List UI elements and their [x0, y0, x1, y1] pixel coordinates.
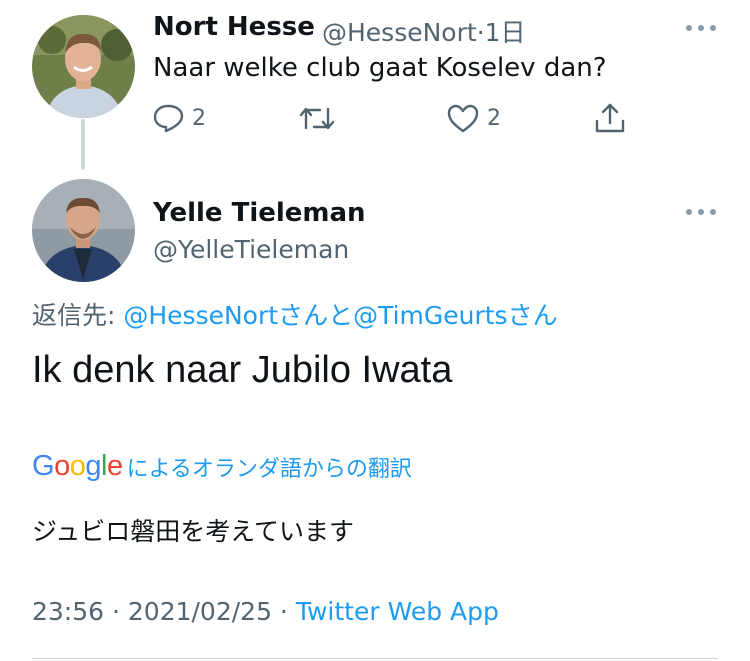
- reply-prefix: 返信先:: [32, 301, 124, 330]
- reply-connector: さんと: [278, 301, 354, 330]
- avatar-yelle-tieleman[interactable]: [32, 179, 135, 282]
- translation-label[interactable]: によるオランダ語からの翻訳: [127, 451, 412, 483]
- meta-dot: ·: [104, 597, 128, 626]
- google-letter-g2: g: [85, 450, 101, 482]
- tweet-date[interactable]: 2021/02/25: [128, 597, 272, 626]
- divider: [32, 658, 718, 659]
- thread-connector-line: [81, 119, 85, 170]
- reply-suffix: さん: [507, 301, 558, 330]
- share-icon: [595, 103, 625, 133]
- avatar-nort-hesse[interactable]: [32, 15, 135, 118]
- parent-separator: ·: [476, 18, 485, 47]
- more-icon[interactable]: [686, 23, 716, 33]
- parent-time[interactable]: 1日: [485, 18, 526, 47]
- retweet-button[interactable]: [299, 104, 335, 133]
- translation-attribution[interactable]: Google によるオランダ語からの翻訳: [32, 450, 412, 483]
- google-logo: Google: [32, 450, 123, 483]
- retweet-icon: [299, 107, 335, 130]
- tweet-text: Ik denk naar Jubilo Iwata: [32, 349, 453, 391]
- meta-dot-2: ·: [271, 597, 296, 626]
- author-name[interactable]: Yelle Tieleman: [153, 198, 366, 228]
- reply-to-line: 返信先: @HesseNortさんと@TimGeurtsさん: [32, 296, 558, 332]
- author-handle[interactable]: @YelleTieleman: [153, 235, 349, 264]
- tweet-time[interactable]: 23:56: [32, 597, 104, 626]
- google-letter-g1: G: [32, 450, 55, 482]
- translated-text: ジュビロ磐田を考えています: [32, 517, 355, 546]
- tweet-source-app[interactable]: Twitter Web App: [296, 597, 499, 626]
- more-icon[interactable]: [686, 207, 716, 217]
- parent-author-handle[interactable]: @HesseNort·1日: [322, 13, 526, 49]
- reply-icon: [153, 104, 184, 133]
- reply-mention-timgeurts[interactable]: @TimGeurts: [353, 301, 508, 330]
- parent-tweet-text: Naar welke club gaat Koselev dan?: [153, 53, 607, 83]
- google-letter-o2: o: [69, 450, 86, 482]
- like-icon: [447, 104, 479, 133]
- parent-author-name[interactable]: Nort Hesse: [153, 12, 315, 42]
- like-count: 2: [487, 106, 501, 131]
- avatar-photo: [32, 15, 135, 118]
- reply-button[interactable]: 2: [153, 104, 206, 133]
- google-letter-o1: o: [54, 450, 70, 482]
- reply-mention-hessenort[interactable]: @HesseNort: [123, 301, 278, 330]
- like-button[interactable]: 2: [447, 104, 501, 133]
- google-letter-e: e: [106, 450, 123, 482]
- share-button[interactable]: [594, 102, 626, 134]
- reply-count: 2: [192, 106, 206, 131]
- tweet-meta: 23:56 · 2021/02/25 · Twitter Web App: [32, 597, 499, 626]
- parent-handle-text[interactable]: @HesseNort: [322, 18, 477, 47]
- avatar-photo: [32, 179, 135, 282]
